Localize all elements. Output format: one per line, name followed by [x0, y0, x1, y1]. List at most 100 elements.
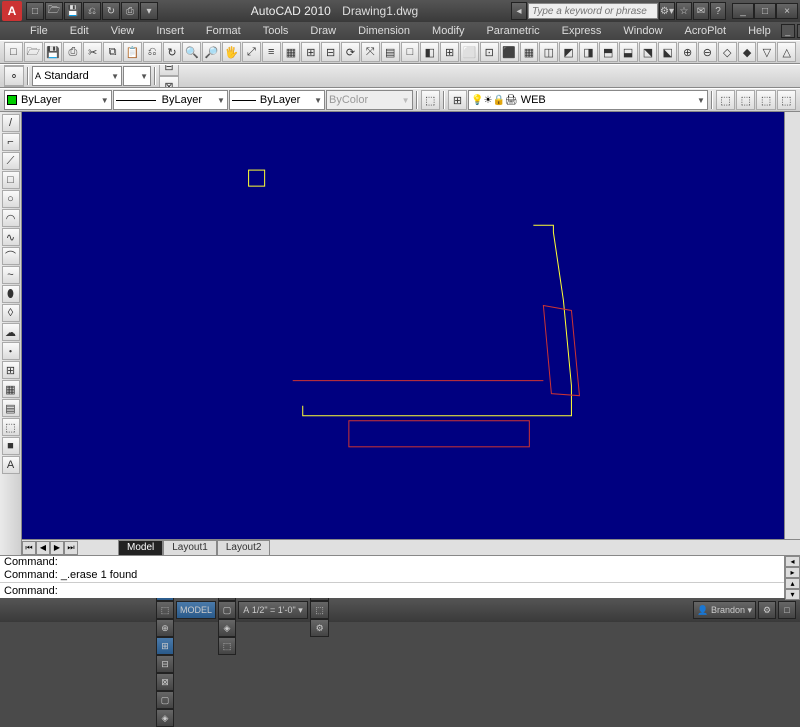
status-toggle-7[interactable]: ⊕	[156, 619, 174, 637]
left-tool-button-11[interactable]: ☁	[2, 323, 20, 341]
minimize-button[interactable]: _	[732, 3, 754, 19]
help-icon[interactable]: ?	[710, 2, 726, 20]
std-toolbar-button-29[interactable]: ◨	[579, 42, 598, 62]
std-toolbar-button-7[interactable]: ⎌	[143, 42, 162, 62]
cmd-scroll-btn[interactable]: ▴	[785, 578, 800, 589]
left-tool-button-6[interactable]: ∿	[2, 228, 20, 246]
close-button[interactable]: ×	[776, 3, 798, 19]
command-input[interactable]	[62, 585, 796, 597]
menu-parametric[interactable]: Parametric	[476, 24, 549, 38]
clean-screen-button[interactable]: □	[778, 601, 796, 619]
std-toolbar-button-14[interactable]: ▦	[282, 42, 301, 62]
qat-redo-icon[interactable]: ↻	[102, 2, 120, 20]
left-tool-button-9[interactable]: ⬮	[2, 285, 20, 303]
std-toolbar-button-33[interactable]: ⬕	[658, 42, 677, 62]
menu-modify[interactable]: Modify	[422, 24, 474, 38]
user-menu[interactable]: 👤 Brandon ▾	[693, 601, 756, 619]
layout-tab-layout1[interactable]: Layout1	[163, 540, 217, 556]
std-toolbar-button-3[interactable]: ⎙	[63, 42, 82, 62]
std-toolbar-button-32[interactable]: ⬔	[639, 42, 658, 62]
layer-color-combo[interactable]: ByLayer▼	[4, 90, 112, 110]
std-toolbar-button-22[interactable]: ⊞	[440, 42, 459, 62]
std-toolbar-button-11[interactable]: 🖐	[222, 42, 241, 62]
left-tool-button-18[interactable]: A	[2, 456, 20, 474]
std-toolbar-button-20[interactable]: □	[401, 42, 420, 62]
left-tool-button-1[interactable]: ⌐	[2, 133, 20, 151]
std-toolbar-button-39[interactable]: △	[777, 42, 796, 62]
infocenter-icon[interactable]: ⚙▾	[659, 2, 675, 20]
std-toolbar-button-25[interactable]: ⬛	[500, 42, 519, 62]
std-toolbar-button-8[interactable]: ↻	[163, 42, 182, 62]
std-toolbar-button-28[interactable]: ◩	[559, 42, 578, 62]
subscription-icon[interactable]: ☆	[676, 2, 692, 20]
menu-view[interactable]: View	[101, 24, 145, 38]
menu-edit[interactable]: Edit	[60, 24, 99, 38]
layer-combo[interactable]: 💡☀🔒🖨 WEB▼	[468, 90, 708, 110]
modelspace-toggle[interactable]: MODEL	[176, 601, 216, 619]
left-tool-button-12[interactable]: ・	[2, 342, 20, 360]
doc-minimize-button[interactable]: _	[781, 24, 795, 38]
std-toolbar-button-35[interactable]: ⊖	[698, 42, 717, 62]
layer-prev-button[interactable]: ⬚	[736, 90, 755, 110]
menu-dimension[interactable]: Dimension	[348, 24, 420, 38]
std-toolbar-button-0[interactable]: □	[4, 42, 23, 62]
search-left-icon[interactable]: ◂	[511, 2, 527, 20]
qat-new-icon[interactable]: □	[26, 2, 44, 20]
std-toolbar-button-34[interactable]: ⊕	[678, 42, 697, 62]
status-layout-button-4[interactable]: ⬚	[218, 637, 236, 655]
status-layout-button-3[interactable]: ◈	[218, 619, 236, 637]
drawing-canvas[interactable]	[22, 112, 784, 539]
menu-express[interactable]: Express	[552, 24, 612, 38]
anno-scale-combo[interactable]: A 1/2" = 1'-0" ▾	[238, 601, 308, 619]
left-tool-button-10[interactable]: ◊	[2, 304, 20, 322]
draw-toolbar-button-13[interactable]: ⚬	[4, 66, 24, 86]
left-tool-button-13[interactable]: ⊞	[2, 361, 20, 379]
left-tool-button-5[interactable]: ◠	[2, 209, 20, 227]
left-tool-button-17[interactable]: ■	[2, 437, 20, 455]
menu-help[interactable]: Help	[738, 24, 781, 38]
status-toggle-12[interactable]: ◈	[156, 709, 174, 727]
std-toolbar-button-17[interactable]: ⟳	[341, 42, 360, 62]
std-toolbar-button-5[interactable]: ⧉	[103, 42, 122, 62]
qat-dropdown-icon[interactable]: ▾	[140, 2, 158, 20]
std-toolbar-button-27[interactable]: ◫	[539, 42, 558, 62]
vertical-scrollbar[interactable]	[784, 112, 800, 539]
left-tool-button-14[interactable]: ▦	[2, 380, 20, 398]
menu-acroplot[interactable]: AcroPlot	[675, 24, 737, 38]
qat-print-icon[interactable]: ⎙	[121, 2, 139, 20]
menu-format[interactable]: Format	[196, 24, 251, 38]
std-toolbar-button-31[interactable]: ⬓	[619, 42, 638, 62]
std-toolbar-button-1[interactable]: 🗁	[24, 42, 43, 62]
status-toggle-9[interactable]: ⊟	[156, 655, 174, 673]
workspace-button[interactable]: ⚙	[758, 601, 776, 619]
tab-last-button[interactable]: ⏭	[64, 541, 78, 555]
cmd-scroll-btn[interactable]: ▸	[785, 567, 800, 578]
std-toolbar-button-15[interactable]: ⊞	[301, 42, 320, 62]
std-toolbar-button-26[interactable]: ▦	[520, 42, 539, 62]
layer-iso-button[interactable]: ⬚	[756, 90, 775, 110]
layer-misc-button[interactable]: ⬚	[777, 90, 796, 110]
qat-undo-icon[interactable]: ⎌	[83, 2, 101, 20]
linetype-combo[interactable]: ByLayer▼	[113, 90, 228, 110]
std-toolbar-button-36[interactable]: ◇	[718, 42, 737, 62]
std-toolbar-button-24[interactable]: ⊡	[480, 42, 499, 62]
std-toolbar-button-21[interactable]: ◧	[420, 42, 439, 62]
maximize-button[interactable]: □	[754, 3, 776, 19]
status-layout-button-2[interactable]: ▢	[218, 601, 236, 619]
annot-toolbar-button-8[interactable]: ⊟	[159, 64, 179, 76]
std-toolbar-button-2[interactable]: 💾	[44, 42, 63, 62]
left-tool-button-0[interactable]: /	[2, 114, 20, 132]
left-tool-button-3[interactable]: □	[2, 171, 20, 189]
qat-save-icon[interactable]: 💾	[64, 2, 82, 20]
cmd-scroll-btn[interactable]: ◂	[785, 556, 800, 567]
std-toolbar-button-19[interactable]: ▤	[381, 42, 400, 62]
status-toggle-11[interactable]: ▢	[156, 691, 174, 709]
annot-toolbar-button-9[interactable]: ⊠	[159, 76, 179, 88]
qat-open-icon[interactable]: 🗁	[45, 2, 63, 20]
layer-match-button[interactable]: ⬚	[716, 90, 735, 110]
std-toolbar-button-16[interactable]: ⊟	[321, 42, 340, 62]
status-toggle-10[interactable]: ⊠	[156, 673, 174, 691]
menu-window[interactable]: Window	[613, 24, 672, 38]
tab-first-button[interactable]: ⏮	[22, 541, 36, 555]
layout-tab-model[interactable]: Model	[118, 540, 163, 556]
